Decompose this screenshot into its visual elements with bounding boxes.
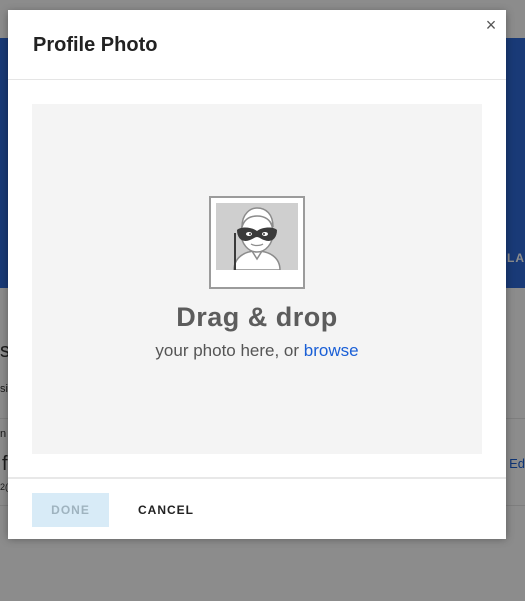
dialog-title: Profile Photo [33, 34, 158, 56]
profile-photo-dialog: Profile Photo × Drag & drop your photo h… [8, 10, 506, 539]
dropzone-title: Drag & drop [176, 302, 338, 332]
photo-dropzone[interactable]: Drag & drop your photo here, or browse [32, 104, 482, 454]
dialog-header: Profile Photo × [8, 10, 506, 80]
browse-link[interactable]: browse [304, 341, 359, 360]
done-button[interactable]: DONE [32, 493, 109, 527]
close-icon[interactable]: × [484, 16, 498, 34]
photo-placeholder-frame [209, 196, 305, 289]
dialog-footer: DONE CANCEL [8, 477, 506, 539]
anonymous-avatar-icon [216, 203, 298, 270]
dropzone-subtitle: your photo here, or browse [32, 341, 482, 361]
dropzone-subtitle-text: your photo here, or [155, 341, 304, 360]
cancel-button[interactable]: CANCEL [130, 493, 202, 527]
